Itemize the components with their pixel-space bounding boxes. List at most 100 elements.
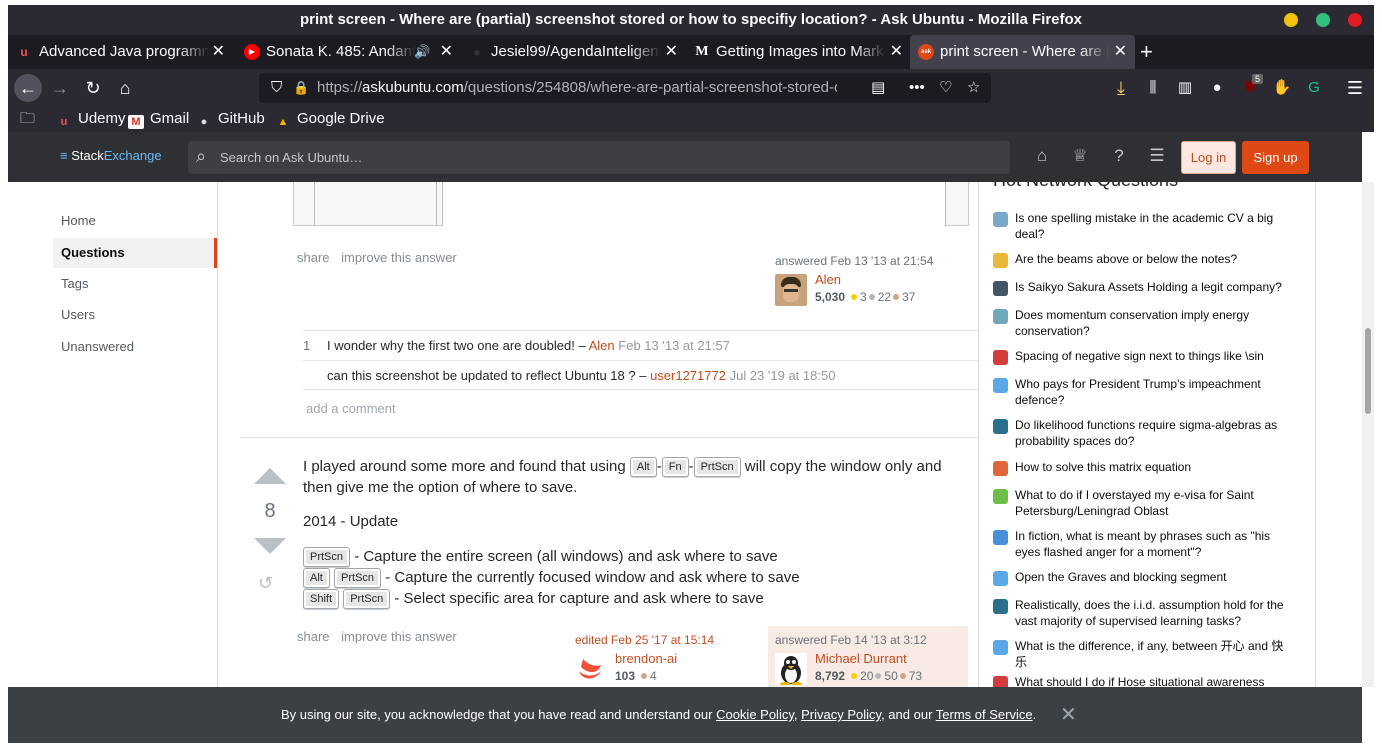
library-icon[interactable]: ⫼ [1139, 74, 1167, 102]
close-icon[interactable]: ✕ [212, 35, 225, 69]
hnq-link[interactable]: Do likelihood functions require sigma-al… [1015, 417, 1293, 449]
hnq-link[interactable]: Are the beams above or below the notes? [1015, 251, 1293, 267]
bookmark-star-icon[interactable]: ☆ [967, 73, 980, 103]
url-bar[interactable]: ⛉ 🔒 https://askubuntu.com/questions/2548… [259, 73, 991, 103]
other-bookmarks-icon[interactable]: 🗀 [20, 107, 35, 132]
edited-timestamp[interactable]: edited Feb 25 '17 at 15:14 [575, 633, 768, 648]
nav-unanswered[interactable]: Unanswered [53, 332, 217, 362]
nav-users[interactable]: Users [53, 300, 217, 330]
hnq-item[interactable]: What is the difference, if any, between … [993, 638, 1293, 670]
tab-askubuntu[interactable]: ask print screen - Where are (partial) ✕ [910, 35, 1135, 69]
downvote-button[interactable] [254, 538, 286, 554]
new-tab-button[interactable]: + [1140, 35, 1153, 69]
share-link[interactable]: share [297, 629, 330, 644]
hnq-item[interactable]: Who pays for President Trump's impeachme… [993, 376, 1293, 408]
improve-answer-link[interactable]: improve this answer [341, 250, 457, 265]
hnq-link[interactable]: Is one spelling mistake in the academic … [1015, 210, 1293, 242]
tab-youtube[interactable]: ▶ Sonata K. 485: Andante 🔊 ✕ [236, 35, 461, 69]
avatar[interactable] [575, 653, 607, 685]
back-button[interactable]: ← [14, 74, 42, 102]
comment-user[interactable]: Alen [589, 338, 615, 353]
signup-button[interactable]: Sign up [1242, 141, 1309, 174]
comment-user[interactable]: user1271772 [650, 368, 726, 383]
minimize-button[interactable] [1284, 13, 1298, 27]
privacy-policy-link[interactable]: Privacy Policy [801, 707, 881, 722]
nav-tags[interactable]: Tags [53, 269, 217, 299]
hnq-item[interactable]: Do likelihood functions require sigma-al… [993, 417, 1293, 449]
share-link[interactable]: share [297, 250, 330, 265]
scrollbar-thumb[interactable] [1365, 328, 1371, 414]
site-switcher-icon[interactable]: ☰ [1146, 145, 1168, 167]
page-scrollbar[interactable] [1362, 182, 1374, 687]
inbox-icon[interactable]: ⌂ [1031, 145, 1053, 167]
url-text[interactable]: https://askubuntu.com/questions/254808/w… [317, 73, 837, 103]
hnq-item[interactable]: Is one spelling mistake in the academic … [993, 210, 1293, 242]
hnq-item[interactable]: What should I do if Hose situational awa… [993, 674, 1293, 687]
hnq-link[interactable]: How to solve this matrix equation [1015, 459, 1293, 475]
hnq-link[interactable]: Realistically, does the i.i.d. assumptio… [1015, 597, 1293, 629]
stackexchange-logo[interactable]: ≡ StackExchange [60, 146, 162, 166]
reader-view-icon[interactable]: ▤ [871, 73, 885, 103]
avatar[interactable] [775, 274, 807, 306]
nav-home[interactable]: Home [53, 206, 217, 236]
download-icon[interactable]: ⤓ [1107, 74, 1135, 102]
avatar[interactable] [775, 653, 807, 685]
grammarly-icon[interactable]: G [1300, 74, 1328, 102]
close-icon[interactable]: ✕ [1060, 702, 1077, 727]
speaker-icon[interactable]: 🔊 [414, 35, 430, 69]
user-name[interactable]: Michael Durrant [815, 651, 907, 666]
user-name[interactable]: brendon-ai [615, 651, 677, 666]
close-icon[interactable]: ✕ [665, 35, 678, 69]
bookmark-udemy[interactable]: u Udemy [56, 107, 126, 132]
maximize-button[interactable] [1316, 13, 1330, 27]
hnq-link[interactable]: Spacing of negative sign next to things … [1015, 348, 1293, 364]
user-name[interactable]: Alen [815, 272, 841, 287]
terms-of-service-link[interactable]: Terms of Service [936, 707, 1033, 722]
hnq-item[interactable]: Does momentum conservation imply energy … [993, 307, 1293, 339]
hnq-link[interactable]: What should I do if Hose situational awa… [1015, 674, 1293, 687]
hnq-link[interactable]: Who pays for President Trump's impeachme… [1015, 376, 1293, 408]
close-icon[interactable]: ✕ [890, 35, 903, 69]
nav-questions[interactable]: Questions [53, 238, 217, 268]
hnq-link[interactable]: What is the difference, if any, between … [1015, 638, 1293, 670]
login-button[interactable]: Log in [1181, 141, 1236, 174]
search-input[interactable] [220, 141, 1000, 174]
add-comment-link[interactable]: add a comment [306, 401, 396, 416]
hnq-link[interactable]: What to do if I overstayed my e-visa for… [1015, 487, 1293, 519]
tab-github[interactable]: ● Jesiel99/AgendaInteligente ✕ [461, 35, 686, 69]
lock-icon[interactable]: 🔒 [293, 73, 309, 103]
sidebar-icon[interactable]: ▥ [1171, 74, 1199, 102]
hnq-link[interactable]: Open the Graves and blocking segment [1015, 569, 1293, 585]
close-icon[interactable]: ✕ [440, 35, 453, 69]
forward-button[interactable]: → [46, 74, 74, 102]
close-icon[interactable]: ✕ [1114, 35, 1127, 69]
bookmark-github[interactable]: ● GitHub [196, 107, 265, 132]
more-actions-icon[interactable]: ••• [909, 73, 925, 103]
account-icon[interactable]: ● [1203, 74, 1231, 102]
trophy-icon[interactable]: ♕ [1069, 145, 1091, 167]
hnq-item[interactable]: Realistically, does the i.i.d. assumptio… [993, 597, 1293, 629]
home-button[interactable]: ⌂ [111, 74, 139, 102]
hnq-item[interactable]: What to do if I overstayed my e-visa for… [993, 487, 1293, 519]
comment-date[interactable]: Jul 23 '19 at 18:50 [730, 368, 836, 383]
close-window-button[interactable] [1348, 13, 1362, 27]
bookmark-google-drive[interactable]: ▲ Google Drive [275, 107, 385, 132]
pocket-icon[interactable]: ♡ [939, 73, 952, 103]
adblock-icon[interactable]: ✋ [1268, 74, 1296, 102]
hnq-link[interactable]: Does momentum conservation imply energy … [1015, 307, 1293, 339]
comment-date[interactable]: Feb 13 '13 at 21:57 [618, 338, 730, 353]
history-icon[interactable]: ↺ [258, 573, 273, 594]
hnq-item[interactable]: In fiction, what is meant by phrases suc… [993, 528, 1293, 560]
menu-icon[interactable]: ☰ [1341, 74, 1369, 102]
help-icon[interactable]: ? [1108, 145, 1130, 167]
tab-medium[interactable]: M Getting Images into Markdown ✕ [686, 35, 911, 69]
cookie-policy-link[interactable]: Cookie Policy [716, 707, 794, 722]
upvote-button[interactable] [254, 468, 286, 484]
shield-icon[interactable]: ⛉ [271, 73, 282, 103]
improve-answer-link[interactable]: improve this answer [341, 629, 457, 644]
reload-button[interactable]: ↻ [79, 74, 107, 102]
tab-udemy[interactable]: u Advanced Java programming ✕ [8, 35, 233, 69]
hnq-link[interactable]: In fiction, what is meant by phrases suc… [1015, 528, 1293, 560]
bookmark-gmail[interactable]: M Gmail [128, 107, 189, 132]
hnq-link[interactable]: Is Saikyo Sakura Assets Holding a legit … [1015, 279, 1293, 295]
